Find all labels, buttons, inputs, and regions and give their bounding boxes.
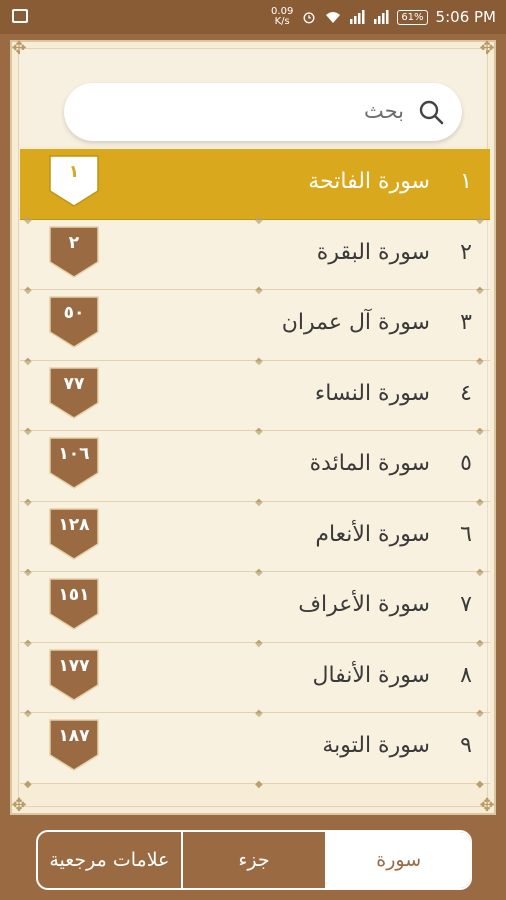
surah-row[interactable]: ١٥١ ٧ سورة الأعراف ◆ ◆ ◆ [20, 572, 490, 649]
surah-row[interactable]: ٧٧ ٤ سورة النساء ◆ ◆ ◆ [20, 360, 490, 437]
tab-1[interactable]: جزء [180, 832, 326, 888]
tab-2[interactable]: سورة [325, 832, 470, 888]
page-badge: ٢ [48, 225, 100, 278]
surah-number: ٥ [460, 451, 472, 476]
surah-row[interactable]: ١٧٧ ٨ سورة الأنفال ◆ ◆ ◆ [20, 642, 490, 719]
battery-indicator: 61% [397, 9, 428, 25]
tab-label: علامات مرجعية [49, 849, 170, 871]
surah-row[interactable]: ١٠٦ ٥ سورة المائدة ◆ ◆ ◆ [20, 431, 490, 508]
network-speed: 0.09 K/s [271, 7, 293, 27]
divider-ornament-icon: ◆ [24, 778, 32, 790]
page-badge: ١٨٧ [48, 719, 100, 771]
signal-icon-1 [350, 10, 365, 24]
surah-name: سورة التوبة [322, 733, 430, 758]
page-number: ١ [68, 162, 80, 182]
search-icon[interactable] [418, 99, 444, 125]
search-area: بحث [20, 50, 486, 146]
divider-ornament-icon: ◆ [476, 778, 484, 790]
signal-icon-2 [374, 10, 389, 24]
surah-number: ٤ [460, 380, 472, 406]
tab-0[interactable]: علامات مرجعية [38, 832, 181, 888]
page-number: ٥٠ [63, 303, 85, 323]
speed-unit: K/s [274, 16, 290, 27]
clock: 5:06 PM [435, 8, 496, 26]
page-badge: ٥٠ [48, 296, 100, 348]
page-number: ٧٧ [63, 373, 85, 394]
page-badge: ١٠٦ [48, 437, 100, 489]
surah-row[interactable]: ١ ١ سورة الفاتحة ◆ ◆ ◆ [20, 149, 490, 226]
surah-number: ٩ [460, 733, 472, 758]
page-number: ١٥١ [58, 585, 90, 605]
surah-name: سورة النساء [314, 380, 430, 406]
surah-number: ٢ [460, 239, 472, 265]
page-badge: ١٧٧ [48, 648, 100, 701]
surah-number: ٧ [460, 592, 472, 617]
divider-ornament-icon: ◆ [255, 778, 263, 790]
surah-row[interactable]: ٢ ٢ سورة البقرة ◆ ◆ ◆ [20, 219, 490, 296]
search-placeholder: بحث [363, 99, 404, 123]
surah-list[interactable]: ١ ١ سورة الفاتحة ◆ ◆ ◆ ٢ ٢ سورة البقرة ◆ ◆ ◆ ٥٠ ٣ سورة… [20, 149, 490, 799]
surah-number: ٦ [460, 521, 472, 547]
surah-name: سورة الأعراف [298, 592, 430, 617]
surah-list-frame: ✥ ✥ ✥ ✥ بحث ١ ١ سورة الفاتحة ◆ ◆ ◆ ٢ ٢ سورة البق… [10, 38, 496, 816]
page-badge: ١٢٨ [48, 507, 100, 560]
page-number: ١٨٧ [58, 726, 90, 746]
gallery-notification-icon [12, 9, 28, 23]
search-input[interactable]: بحث [64, 83, 462, 141]
page-badge: ٧٧ [48, 366, 100, 419]
alarm-icon [303, 12, 315, 24]
surah-number: ٨ [460, 662, 472, 688]
surah-name: سورة البقرة [316, 239, 430, 265]
tab-label: جزء [238, 849, 270, 871]
page-badge: ١ [48, 155, 100, 207]
surah-number: ١ [460, 169, 472, 194]
surah-name: سورة المائدة [309, 451, 430, 476]
page-number: ٢ [68, 232, 80, 253]
page-number: ١٠٦ [58, 444, 90, 464]
surah-name: سورة آل عمران [281, 310, 430, 335]
surah-name: سورة الأنعام [315, 521, 430, 547]
surah-name: سورة الأنفال [312, 662, 430, 688]
tab-group: علامات مرجعية جزء سورة [36, 830, 472, 890]
tab-label: سورة [376, 849, 422, 871]
surah-name: سورة الفاتحة [308, 169, 430, 194]
page-badge: ١٥١ [48, 578, 100, 630]
surah-row[interactable]: ١٨٧ ٩ سورة التوبة ◆ ◆ ◆ [20, 713, 490, 790]
status-bar: 0.09 K/s 61% 5:06 PM [0, 0, 506, 34]
page-number: ١٧٧ [58, 655, 90, 676]
bottom-tab-bar: علامات مرجعية جزء سورة [0, 820, 506, 900]
page-number: ١٢٨ [58, 514, 90, 535]
surah-row[interactable]: ١٢٨ ٦ سورة الأنعام ◆ ◆ ◆ [20, 501, 490, 578]
surah-number: ٣ [460, 310, 472, 335]
wifi-icon [326, 12, 341, 23]
surah-row[interactable]: ٥٠ ٣ سورة آل عمران ◆ ◆ ◆ [20, 290, 490, 367]
